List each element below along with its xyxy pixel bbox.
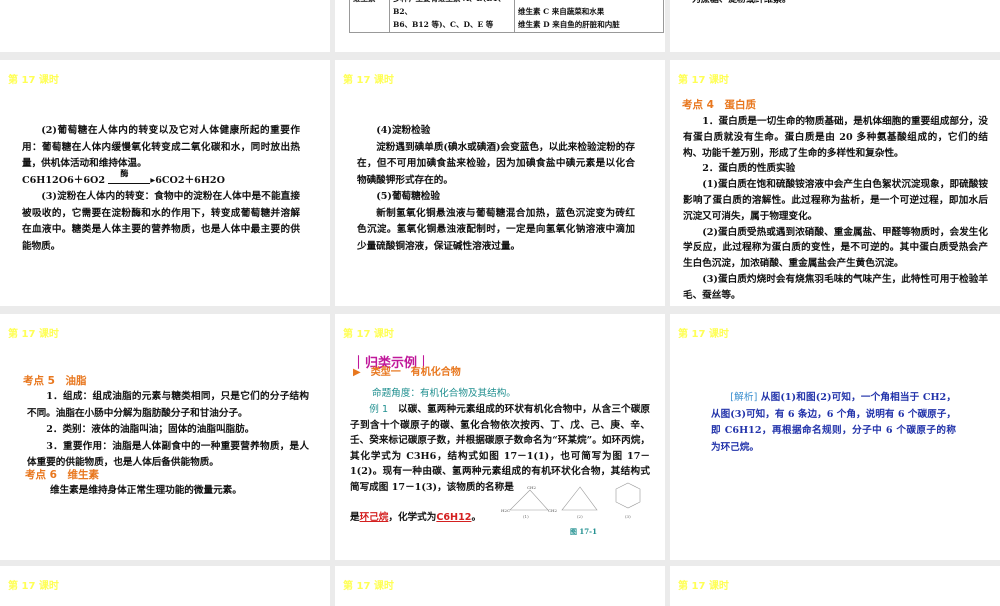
section-title: 考点 6 维生素	[25, 469, 99, 481]
slide-header: 第 17 课时	[343, 581, 394, 592]
slide-thumbnail[interactable]: 第 17 课时 考点 5 油脂 1．组成：组成油脂的元素与糖类相同，只是它们的分…	[0, 314, 330, 560]
figure-label: (1)	[523, 514, 529, 519]
slide-thumbnail[interactable]: 第 17 课时 考点 4 蛋白质 1．蛋白质是一切生命的物质基础，是机体细胞的重…	[670, 60, 1000, 306]
hexagon-structure	[615, 482, 641, 509]
section-title: 考点 4 蛋白质	[682, 99, 756, 111]
figure-label: (2)	[577, 514, 583, 519]
answer-formula: C6H12	[436, 512, 472, 523]
slide-text: 维生素是维持身体正常生理功能的微量元素。	[50, 485, 242, 496]
slide-text: (2)葡萄糖在人体内的转变以及它对人体健康所起的重要作用：葡萄糖在人体内缓慢氧化…	[22, 125, 300, 252]
slide-thumbnail[interactable]: 第 17 课时	[335, 566, 665, 606]
slide-header: 第 17 课时	[8, 581, 59, 592]
figure-caption: 图 17-1	[570, 527, 597, 536]
atom-label: CH2	[548, 508, 558, 513]
type-title: ▶ 类型一 有机化合物	[353, 367, 461, 378]
slide-thumbnail[interactable]: 第 17 课时 [解析] 从图(1)和图(2)可知，一个角相当于 CH2，从图(…	[670, 314, 1000, 560]
slide-thumbnail[interactable]: 维生素 多种，主要有维生素 A、B(B1、B2、B6、B12 等)、C、D、E …	[335, 0, 665, 52]
slide-header: 第 17 课时	[8, 329, 59, 340]
slide-header: 第 17 课时	[343, 75, 394, 86]
atom-label: H2C	[501, 508, 510, 513]
answer-line: 是环己烷，化学式为C6H12。	[350, 510, 510, 527]
slide-thumbnail[interactable]: 第 17 课时	[0, 566, 330, 606]
section-title: 考点 5 油脂	[23, 375, 87, 387]
slide-thumbnail[interactable]: 第 17 课时	[670, 566, 1000, 606]
vitamin-table: 维生素 多种，主要有维生素 A、B(B1、B2、B6、B12 等)、C、D、E …	[349, 0, 664, 33]
cyclopropane-structure	[509, 489, 549, 511]
slide-thumbnail[interactable]: 第 17 课时 (2)葡萄糖在人体内的转变以及它对人体健康所起的重要作用：葡萄糖…	[0, 60, 330, 306]
table-cell: 维生素 C 来自蔬菜和水果 维生素 D 来自鱼的肝脏和内脏	[514, 0, 664, 33]
table-cell: 维生素	[349, 0, 390, 33]
slide-text: 为蔗糖、淀粉或纤维素。	[692, 0, 792, 5]
figure-label: (3)	[625, 514, 631, 519]
answer-name: 环己烷	[359, 512, 389, 523]
slide-thumbnail[interactable]: 第 17 课时 (4)淀粉检验 淀粉遇到碘单质(碘水或碘酒)会变蓝色，以此来检验…	[335, 60, 665, 306]
slide-thumbnail[interactable]: 为蔗糖、淀粉或纤维素。	[670, 0, 1000, 52]
triangle-structure	[561, 486, 598, 511]
slide-header: 第 17 课时	[678, 329, 729, 340]
table-cell: 多种，主要有维生素 A、B(B1、B2、B6、B12 等)、C、D、E 等	[389, 0, 515, 33]
slide-text: (4)淀粉检验 淀粉遇到碘单质(碘水或碘酒)会变蓝色，以此来检验淀粉的存在，但不…	[357, 125, 635, 252]
slide-header: 第 17 课时	[343, 329, 394, 340]
slide-text: 1．组成：组成油脂的元素与糖类相同，只是它们的分子结构不同。油脂在小肠中分解为脂…	[27, 391, 309, 468]
slide-header: 第 17 课时	[678, 581, 729, 592]
atom-label: CH2	[527, 485, 537, 490]
slide-text: 1．蛋白质是一切生命的物质基础，是机体细胞的重要组成部分，没有蛋白质就没有生命。…	[683, 116, 988, 301]
analysis-text: [解析] 从图(1)和图(2)可知，一个角相当于 CH2，从图(3)可知，有 6…	[711, 392, 956, 453]
slide-thumbnail[interactable]	[0, 0, 330, 52]
question-angle: 命题角度：有机化合物及其结构。	[372, 388, 516, 399]
slide-header: 第 17 课时	[678, 75, 729, 86]
slide-header: 第 17 课时	[8, 75, 59, 86]
figure-17-1: CH2 H2C CH2 (1) (2) (3) 图 17-1	[501, 482, 641, 536]
chemical-equation: C6H12O6＋6O2 酶 ▸6CO2＋6H2O	[22, 168, 225, 186]
slide-thumbnail[interactable]: 第 17 课时 ｜归类示例｜ ▶ 类型一 有机化合物 命题角度：有机化合物及其结…	[335, 314, 665, 560]
